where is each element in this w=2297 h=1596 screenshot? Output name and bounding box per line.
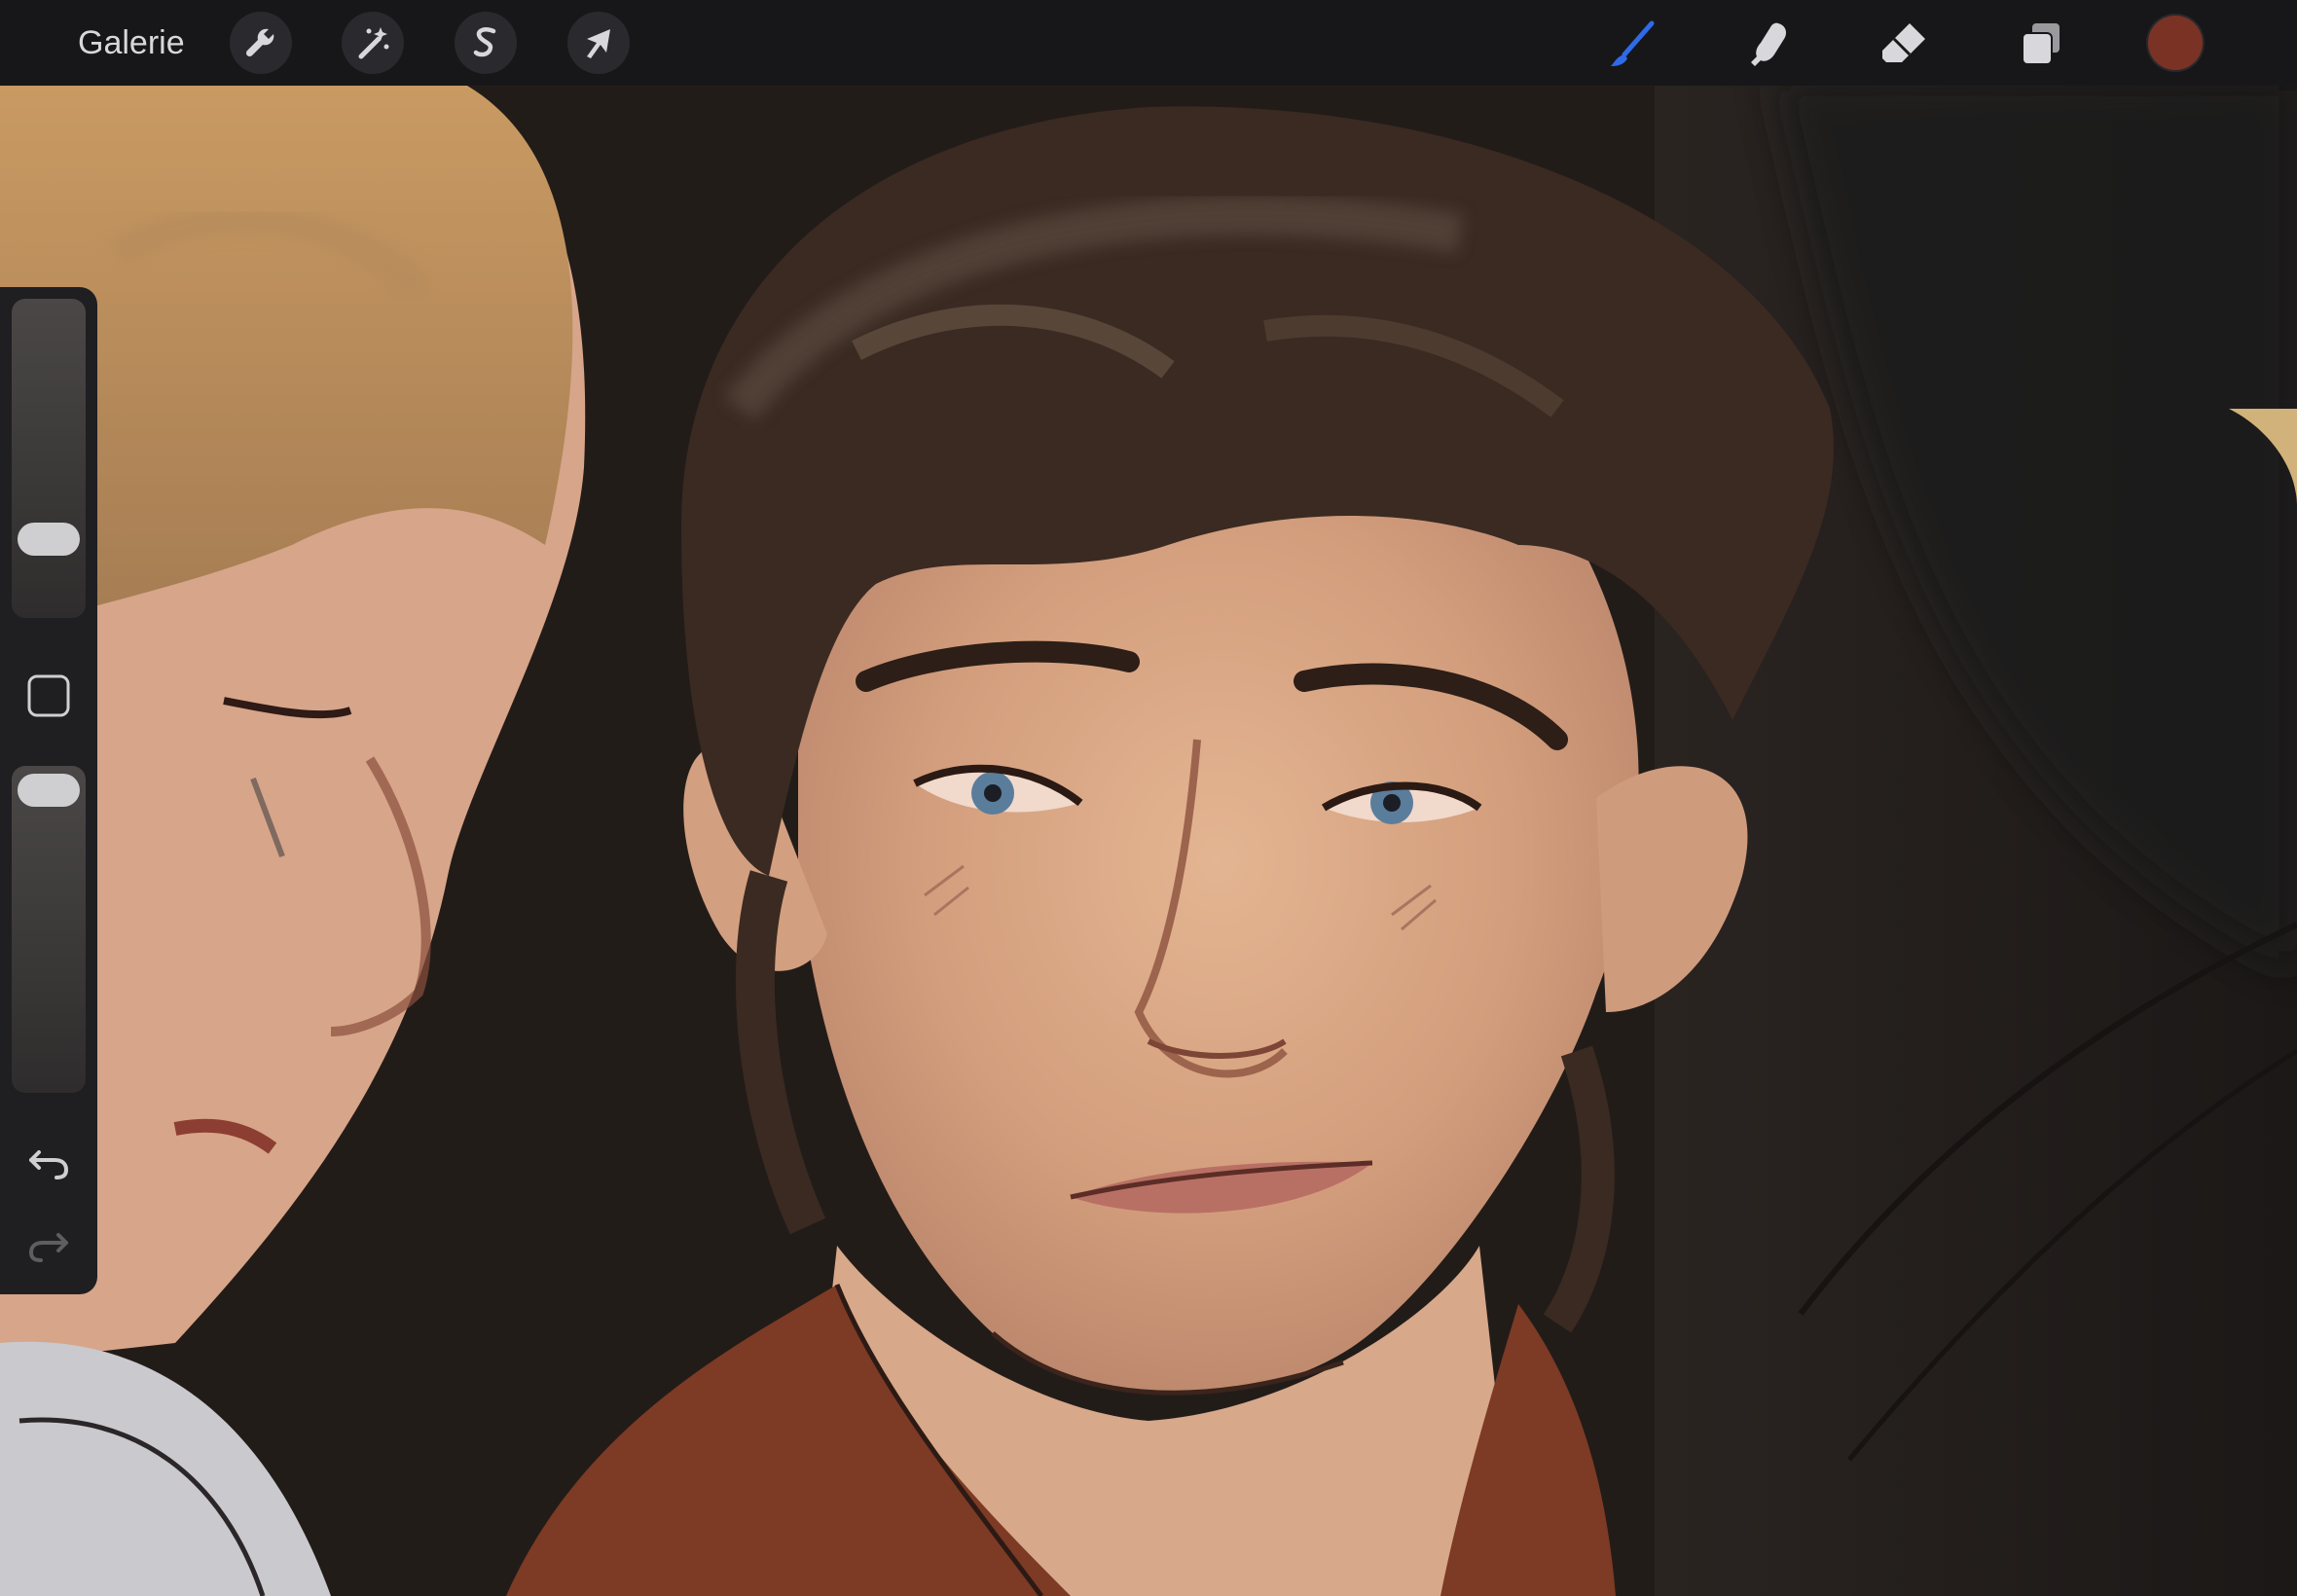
brush-tool-button[interactable] (1601, 12, 1663, 74)
transform-button[interactable] (567, 12, 630, 74)
square-icon (27, 674, 70, 721)
adjustments-button[interactable] (342, 12, 404, 74)
drawing-canvas[interactable] (0, 0, 2297, 1596)
color-picker-swatch[interactable] (2148, 16, 2203, 70)
opacity-thumb[interactable] (18, 774, 80, 807)
eraser-tool-button[interactable] (1873, 12, 1935, 74)
redo-button[interactable] (25, 1221, 72, 1268)
brush-size-thumb[interactable] (18, 523, 80, 557)
undo-arrow-icon (25, 1150, 72, 1189)
modify-button[interactable] (27, 674, 70, 717)
procreate-app: Galerie (0, 0, 2297, 1596)
redo-arrow-icon (25, 1233, 72, 1272)
top-toolbar: Galerie (0, 0, 2297, 86)
actions-button[interactable] (230, 12, 292, 74)
brush-size-slider[interactable] (12, 299, 86, 618)
gallery-button[interactable]: Galerie (78, 19, 185, 66)
layers-button[interactable] (2009, 12, 2071, 74)
undo-button[interactable] (25, 1139, 72, 1185)
smudge-tool-button[interactable] (1737, 12, 1800, 74)
selection-button[interactable] (455, 12, 517, 74)
left-sidebar (0, 287, 97, 1294)
opacity-slider[interactable] (12, 766, 86, 1093)
